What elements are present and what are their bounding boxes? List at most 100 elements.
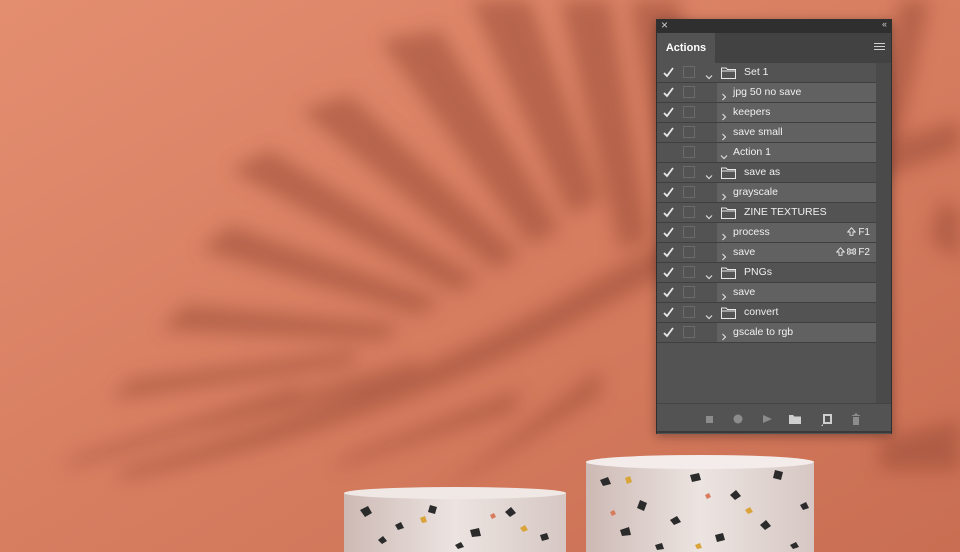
collapse-icon[interactable]: ‹‹	[882, 19, 887, 29]
row-content[interactable]: gscale to rgb	[717, 323, 876, 342]
action-row[interactable]: save F2	[657, 243, 876, 263]
row-label: save as	[744, 166, 781, 178]
toggle-dialog-checkbox[interactable]	[683, 126, 695, 138]
toggle-item-checkbox[interactable]	[663, 326, 674, 339]
checkmark-icon	[663, 127, 674, 138]
row-content[interactable]: convert	[701, 303, 876, 322]
toggle-dialog-checkbox[interactable]	[683, 286, 695, 298]
toggle-dialog-checkbox[interactable]	[683, 186, 695, 198]
panel-resize-handle[interactable]	[657, 431, 891, 433]
toggle-dialog-checkbox[interactable]	[683, 106, 695, 118]
toggle-dialog-checkbox[interactable]	[683, 166, 695, 178]
chevron-right-icon[interactable]	[720, 88, 728, 101]
play-selection-button[interactable]	[760, 412, 774, 426]
action-row[interactable]: save small	[657, 123, 876, 143]
chevron-right-icon[interactable]	[720, 328, 728, 341]
chevron-right-icon[interactable]	[720, 188, 728, 201]
chevron-down-icon[interactable]	[705, 308, 713, 320]
action-set-row[interactable]: ZINE TEXTURES	[657, 203, 876, 223]
stop-playing-button[interactable]	[702, 412, 716, 426]
chevron-down-icon[interactable]	[705, 268, 713, 280]
toggle-item-checkbox[interactable]	[663, 186, 674, 199]
toggle-item-checkbox[interactable]	[663, 246, 674, 259]
row-content[interactable]: save as	[701, 163, 876, 182]
row-content[interactable]: save F2	[717, 243, 876, 262]
action-set-row[interactable]: PNGs	[657, 263, 876, 283]
toggle-dialog-checkbox[interactable]	[683, 246, 695, 258]
action-row[interactable]: gscale to rgb	[657, 323, 876, 343]
toggle-item-checkbox[interactable]	[663, 166, 674, 179]
toggle-dialog-checkbox[interactable]	[683, 66, 695, 78]
action-set-row[interactable]: save as	[657, 163, 876, 183]
toggle-item-checkbox[interactable]	[663, 66, 674, 79]
toggle-dialog-checkbox[interactable]	[683, 306, 695, 318]
row-label: Set 1	[744, 66, 769, 78]
chevron-right-icon[interactable]	[720, 288, 728, 301]
begin-recording-button[interactable]	[731, 412, 745, 426]
row-label: PNGs	[744, 266, 773, 278]
row-label: ZINE TEXTURES	[744, 206, 827, 218]
checkmark-icon	[663, 87, 674, 98]
toggle-item-checkbox[interactable]	[663, 126, 674, 139]
action-row[interactable]: grayscale	[657, 183, 876, 203]
toggle-item-checkbox[interactable]	[663, 106, 674, 119]
toggle-dialog-checkbox[interactable]	[683, 266, 695, 278]
toggle-item-checkbox[interactable]	[663, 266, 674, 279]
toggle-item-checkbox[interactable]	[663, 286, 674, 299]
panel-titlebar[interactable]: × ‹‹	[657, 18, 891, 33]
chevron-right-icon[interactable]	[720, 248, 728, 261]
action-row[interactable]: save	[657, 283, 876, 303]
create-new-action-button[interactable]	[820, 412, 834, 426]
action-row[interactable]: jpg 50 no save	[657, 83, 876, 103]
toggle-item-checkbox[interactable]	[663, 226, 674, 239]
panel-menu-icon[interactable]	[874, 43, 885, 52]
row-content[interactable]: PNGs	[701, 263, 876, 282]
toggle-dialog-checkbox[interactable]	[683, 326, 695, 338]
row-content[interactable]: grayscale	[717, 183, 876, 202]
actions-list: Set 1 jpg 50 no save keepers save small Acti…	[657, 63, 876, 343]
row-content[interactable]: keepers	[717, 103, 876, 122]
toggle-item-checkbox[interactable]	[663, 306, 674, 319]
chevron-right-icon[interactable]	[720, 228, 728, 241]
row-content[interactable]: ZINE TEXTURES	[701, 203, 876, 222]
toggle-item-checkbox[interactable]	[663, 206, 674, 219]
action-row[interactable]: keepers	[657, 103, 876, 123]
row-label: process	[733, 226, 770, 238]
checkmark-icon	[663, 327, 674, 338]
row-content[interactable]: Set 1	[701, 63, 876, 82]
action-row[interactable]: Action 1	[657, 143, 876, 163]
toggle-dialog-checkbox[interactable]	[683, 86, 695, 98]
row-content[interactable]: save	[717, 283, 876, 302]
delete-button[interactable]	[849, 412, 863, 426]
chevron-down-icon[interactable]	[705, 68, 713, 80]
action-set-row[interactable]: convert	[657, 303, 876, 323]
row-content[interactable]: jpg 50 no save	[717, 83, 876, 102]
shift-icon	[847, 227, 857, 236]
chevron-down-icon[interactable]	[705, 168, 713, 180]
row-label: keepers	[733, 106, 771, 118]
row-content[interactable]: process F1	[717, 223, 876, 242]
stop-icon	[706, 416, 713, 423]
row-label: save	[733, 286, 756, 298]
toggle-item-checkbox[interactable]	[663, 146, 674, 159]
toggle-dialog-checkbox[interactable]	[683, 226, 695, 238]
row-label: Action 1	[733, 146, 771, 158]
toggle-dialog-checkbox[interactable]	[683, 146, 695, 158]
chevron-right-icon[interactable]	[720, 128, 728, 141]
close-icon[interactable]: ×	[661, 18, 668, 32]
toggle-dialog-checkbox[interactable]	[683, 206, 695, 218]
chevron-down-icon[interactable]	[705, 208, 713, 220]
scrollbar[interactable]	[876, 63, 891, 403]
row-content[interactable]: save small	[717, 123, 876, 142]
new-action-icon	[821, 414, 832, 426]
create-new-set-button[interactable]	[788, 412, 802, 426]
action-set-row[interactable]: Set 1	[657, 63, 876, 83]
action-row[interactable]: process F1	[657, 223, 876, 243]
checkmark-icon	[663, 107, 674, 118]
toggle-item-checkbox[interactable]	[663, 86, 674, 99]
tab-actions[interactable]: Actions	[657, 33, 715, 63]
row-content[interactable]: Action 1	[717, 143, 876, 162]
checkmark-icon	[663, 187, 674, 198]
chevron-down-icon[interactable]	[720, 148, 728, 160]
chevron-right-icon[interactable]	[720, 108, 728, 121]
